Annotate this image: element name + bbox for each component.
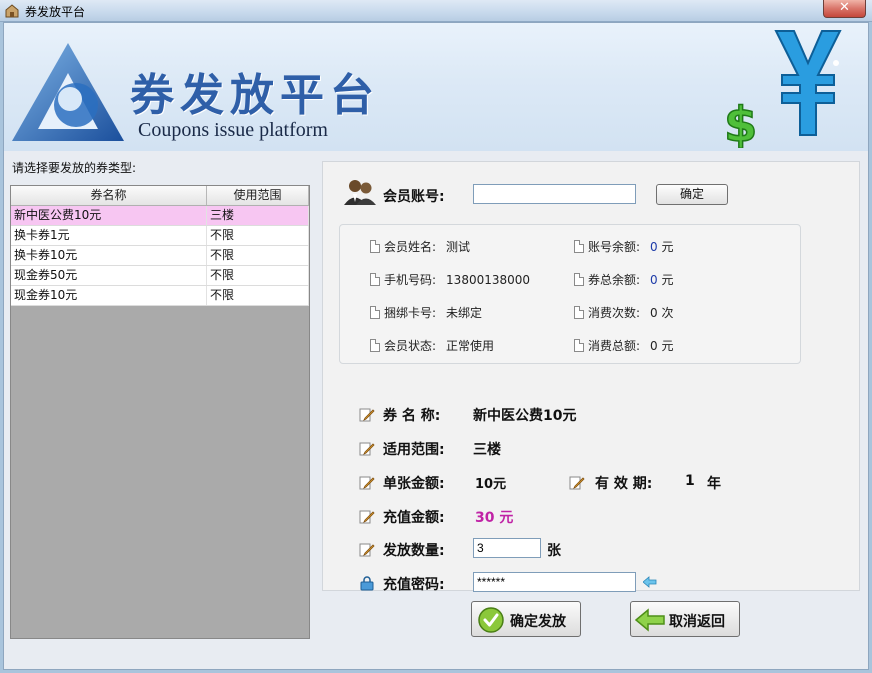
account-balance-field: 账号余额: 0 元 — [574, 238, 674, 255]
window-title: 券发放平台 — [25, 5, 86, 19]
currency-icon: $ — [723, 30, 842, 148]
cell-scope: 不限 — [207, 266, 309, 285]
table-row[interactable]: 换卡券10元 不限 — [11, 246, 309, 266]
title-bar: 券发放平台 ✕ — [0, 0, 872, 22]
document-icon — [370, 306, 380, 319]
table-header: 券名称 使用范围 — [11, 186, 309, 206]
unit-amount-label: 单张金额: — [383, 476, 445, 492]
logo-icon — [12, 43, 124, 141]
cell-name: 换卡券1元 — [11, 226, 207, 245]
unit-amount-value: 10元 — [475, 477, 507, 492]
main-window: 券发放平台 Coupons issue platform $ 请选择要发放的券类… — [3, 22, 869, 670]
member-name-field: 会员姓名: 测试 — [370, 238, 470, 255]
back-arrow-icon — [635, 608, 665, 632]
header-banner: 券发放平台 Coupons issue platform $ — [4, 23, 868, 151]
cell-scope: 不限 — [207, 286, 309, 305]
column-header-name[interactable]: 券名称 — [11, 186, 207, 205]
edit-icon — [359, 510, 375, 524]
validity-unit: 年 — [707, 476, 721, 492]
cell-name: 新中医公费10元 — [11, 206, 207, 225]
edit-icon — [359, 442, 375, 456]
document-icon — [574, 306, 584, 319]
app-icon — [5, 4, 19, 18]
banner-title-cn: 券发放平台 — [130, 70, 380, 121]
scope-label: 适用范围: — [383, 442, 445, 458]
recharge-amount-label: 充值金额: — [383, 510, 445, 526]
edit-icon — [359, 543, 375, 557]
coupon-type-prompt: 请选择要发放的券类型: — [12, 161, 137, 175]
cell-name: 现金券10元 — [11, 286, 207, 305]
member-phone-field: 手机号码: 13800138000 — [370, 271, 530, 288]
document-icon — [574, 240, 584, 253]
check-icon — [478, 607, 504, 633]
document-icon — [574, 339, 584, 352]
document-icon — [370, 339, 380, 352]
banner-title-en: Coupons issue platform — [138, 119, 328, 141]
table-row[interactable]: 换卡券1元 不限 — [11, 226, 309, 246]
confirm-account-button[interactable]: 确定 — [656, 184, 728, 205]
cell-name: 换卡券10元 — [11, 246, 207, 265]
cell-scope: 不限 — [207, 226, 309, 245]
member-info-box: 会员姓名: 测试 手机号码: 13800138000 捆绑卡号: 未绑定 会员状态: 正… — [339, 224, 801, 364]
issue-form-panel: 会员账号: 确定 会员姓名: 测试 手机号码: 13800138000 捆绑卡号: 未… — [322, 161, 860, 593]
cell-scope: 不限 — [207, 246, 309, 265]
edit-icon — [359, 408, 375, 422]
table-row[interactable]: 现金券50元 不限 — [11, 266, 309, 286]
document-icon — [370, 240, 380, 253]
coupon-name-value: 新中医公费10元 — [473, 408, 577, 424]
cancel-button[interactable]: 取消返回 — [630, 601, 740, 637]
svg-text:$: $ — [724, 97, 757, 148]
consume-count-field: 消费次数: 0 次 — [574, 304, 674, 321]
cell-scope: 三楼 — [207, 206, 309, 225]
recharge-amount-value: 30 元 — [475, 510, 514, 526]
cell-name: 现金券50元 — [11, 266, 207, 285]
account-input[interactable] — [473, 184, 636, 204]
lock-icon — [360, 576, 374, 591]
column-header-scope[interactable]: 使用范围 — [207, 186, 309, 205]
password-label: 充值密码: — [383, 577, 445, 593]
member-status-field: 会员状态: 正常使用 — [370, 337, 494, 354]
coupon-type-panel: 请选择要发放的券类型: 券名称 使用范围 新中医公费10元 三楼 换卡券1元 不… — [8, 155, 310, 639]
scope-value: 三楼 — [473, 442, 501, 458]
validity-label: 有 效 期: — [595, 476, 653, 492]
issue-button[interactable]: 确定发放 — [471, 601, 581, 637]
coupon-balance-field: 券总余额: 0 元 — [574, 271, 674, 288]
table-row[interactable]: 新中医公费10元 三楼 — [11, 206, 309, 226]
document-icon — [574, 273, 584, 286]
coupon-name-label: 券 名 称: — [383, 408, 441, 424]
member-card-field: 捆绑卡号: 未绑定 — [370, 304, 482, 321]
quantity-input[interactable] — [473, 538, 541, 558]
password-input[interactable] — [473, 572, 636, 592]
edit-icon — [569, 476, 585, 490]
consume-total-field: 消费总额: 0 元 — [574, 337, 674, 354]
coupon-type-table: 券名称 使用范围 新中医公费10元 三楼 换卡券1元 不限 换卡券10元 不限 … — [10, 185, 310, 639]
edit-icon — [359, 476, 375, 490]
validity-value: 1 — [685, 473, 695, 489]
account-label: 会员账号: — [383, 189, 445, 205]
arrow-left-icon — [643, 576, 657, 588]
quantity-unit: 张 — [547, 543, 561, 559]
quantity-label: 发放数量: — [383, 543, 445, 559]
member-icon — [344, 180, 376, 205]
document-icon — [370, 273, 380, 286]
close-button[interactable]: ✕ — [823, 0, 866, 18]
table-row[interactable]: 现金券10元 不限 — [11, 286, 309, 306]
